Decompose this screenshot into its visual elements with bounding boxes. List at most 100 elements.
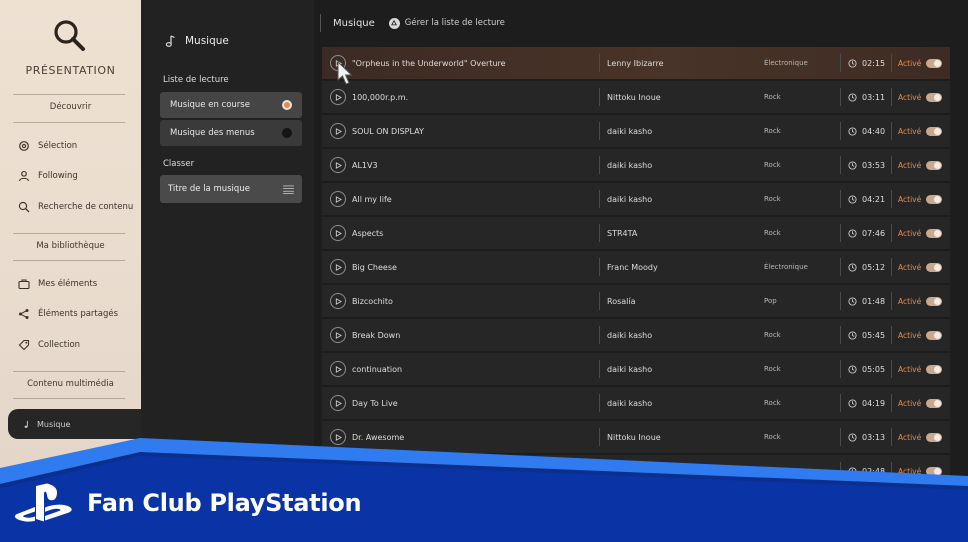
track-status: Activé bbox=[898, 126, 922, 136]
track-artist: daiki kasho bbox=[607, 364, 653, 374]
play-icon[interactable] bbox=[330, 293, 346, 309]
playlist-label: Liste de lecture bbox=[163, 75, 229, 85]
enable-toggle[interactable] bbox=[926, 228, 942, 238]
play-icon[interactable] bbox=[330, 157, 346, 173]
track-row[interactable]: Gonna Électronique 05:00 Activé bbox=[322, 489, 950, 521]
play-icon[interactable] bbox=[330, 531, 346, 542]
sidebar-item-collection[interactable]: Collection bbox=[18, 336, 80, 354]
track-row[interactable]: Break Down daiki kasho Rock 05:45 Activé bbox=[322, 319, 950, 351]
play-icon[interactable] bbox=[330, 123, 346, 139]
track-row[interactable]: "Orpheus in the Underworld" Overture Lenn… bbox=[322, 47, 950, 79]
pointer-cursor-icon bbox=[337, 60, 353, 85]
divider bbox=[840, 224, 841, 242]
track-row[interactable]: All my life daiki kasho Rock 04:21 Activé bbox=[322, 183, 950, 215]
track-artist: Lenny Ibizarre bbox=[607, 58, 664, 68]
enable-toggle[interactable] bbox=[926, 330, 942, 340]
play-icon[interactable] bbox=[330, 497, 346, 513]
track-title: All my life bbox=[352, 194, 392, 204]
track-artist: Rosalía bbox=[607, 296, 636, 306]
page-title: Musique bbox=[333, 17, 375, 29]
clock-icon bbox=[848, 432, 857, 442]
enable-toggle[interactable] bbox=[926, 160, 942, 170]
sidebar-item-my-items[interactable]: Mes éléments bbox=[18, 275, 97, 293]
sidebar-item-following[interactable]: Following bbox=[18, 167, 78, 185]
enable-toggle[interactable] bbox=[926, 398, 942, 408]
sidebar-item-label: Éléments partagés bbox=[38, 309, 119, 319]
enable-toggle[interactable] bbox=[926, 534, 942, 542]
sidebar-item-shared-items[interactable]: Éléments partagés bbox=[18, 305, 118, 323]
play-icon[interactable] bbox=[330, 395, 346, 411]
list-lines-icon bbox=[283, 184, 294, 194]
divider bbox=[840, 258, 841, 276]
sidebar-item-search-content[interactable]: Recherche de contenu bbox=[18, 198, 133, 216]
search-icon bbox=[18, 201, 30, 213]
section-heading-library: Ma bibliothèque bbox=[36, 241, 105, 251]
track-row[interactable]: Day To Live daiki kasho Rock 04:19 Activé bbox=[322, 387, 950, 419]
enable-toggle[interactable] bbox=[926, 466, 942, 476]
enable-toggle[interactable] bbox=[926, 58, 942, 68]
enable-toggle[interactable] bbox=[926, 92, 942, 102]
divider bbox=[320, 14, 321, 32]
track-duration: 02:15 bbox=[848, 59, 885, 68]
track-duration: 03:53 bbox=[848, 161, 885, 170]
track-artist: daiki kasho bbox=[607, 194, 653, 204]
play-icon[interactable] bbox=[330, 463, 346, 479]
track-row[interactable]: Aspects STR4TA Rock 07:46 Activé bbox=[322, 217, 950, 249]
enable-toggle[interactable] bbox=[926, 262, 942, 272]
track-row[interactable]: Dr. Awesome Nittoku Inoue Rock 03:13 Activé bbox=[322, 421, 950, 453]
play-icon[interactable] bbox=[330, 89, 346, 105]
playlist-option-menu[interactable]: Musique des menus bbox=[160, 120, 302, 146]
play-icon[interactable] bbox=[330, 225, 346, 241]
divider bbox=[891, 156, 892, 174]
divider bbox=[599, 326, 600, 344]
track-row[interactable]: Big Cheese Franc Moody Électronique 05:12 Ac… bbox=[322, 251, 950, 283]
enable-toggle[interactable] bbox=[926, 296, 942, 306]
track-title: SOUL ON DISPLAY bbox=[352, 126, 424, 136]
track-genre: Rock bbox=[764, 195, 781, 203]
track-row[interactable]: Bizcochito Rosalía Pop 01:48 Activé bbox=[322, 285, 950, 317]
track-genre: Électronique bbox=[764, 263, 808, 271]
manage-playlist-button[interactable]: Gérer la liste de lecture bbox=[388, 17, 505, 29]
play-icon[interactable] bbox=[330, 361, 346, 377]
track-row[interactable]: AL1V3 daiki kasho Rock 03:53 Activé bbox=[322, 149, 950, 181]
play-icon[interactable] bbox=[330, 259, 346, 275]
sidebar-item-selection[interactable]: Sélection bbox=[18, 137, 77, 155]
track-title: Break Down bbox=[352, 330, 401, 340]
track-row[interactable]: DRIFT Jawsh685 + Click & Press Pop 02:48 Act… bbox=[322, 455, 950, 487]
option-label: Musique des menus bbox=[170, 128, 255, 138]
divider bbox=[840, 360, 841, 378]
track-duration: 05:05 bbox=[848, 365, 885, 374]
track-row[interactable]: SOUL ON DISPLAY daiki kasho Rock 04:40 Activ… bbox=[322, 115, 950, 147]
enable-toggle[interactable] bbox=[926, 126, 942, 136]
track-genre: Rock bbox=[764, 161, 781, 169]
track-row[interactable]: continuation daiki kasho Rock 05:05 Activé bbox=[322, 353, 950, 385]
track-artist: daiki kasho bbox=[607, 160, 653, 170]
track-row[interactable]: 02:46 Activé bbox=[322, 523, 950, 542]
play-icon[interactable] bbox=[330, 191, 346, 207]
search-logo-icon bbox=[54, 20, 85, 51]
enable-toggle[interactable] bbox=[926, 194, 942, 204]
play-icon[interactable] bbox=[330, 429, 346, 445]
divider bbox=[891, 326, 892, 344]
divider bbox=[13, 398, 125, 399]
track-status: Activé bbox=[898, 262, 922, 272]
duration-text: 02:46 bbox=[862, 534, 886, 542]
sidebar-item-music[interactable]: Musique bbox=[8, 409, 141, 439]
enable-toggle[interactable] bbox=[926, 364, 942, 374]
divider bbox=[840, 122, 841, 140]
sidebar-item-label: Recherche de contenu bbox=[38, 202, 134, 212]
divider bbox=[891, 462, 892, 480]
divider bbox=[840, 190, 841, 208]
play-icon[interactable] bbox=[330, 327, 346, 343]
app-title: PRÉSENTATION bbox=[25, 64, 116, 77]
track-genre: Électronique bbox=[764, 501, 808, 509]
enable-toggle[interactable] bbox=[926, 500, 942, 510]
clock-icon bbox=[848, 194, 857, 204]
enable-toggle[interactable] bbox=[926, 432, 942, 442]
playlist-option-racing[interactable]: Musique en course bbox=[160, 92, 302, 118]
sort-select[interactable]: Titre de la musique bbox=[160, 175, 302, 203]
track-row[interactable]: 100,000r.p.m. Nittoku Inoue Rock 03:11 Activ… bbox=[322, 81, 950, 113]
track-title: 100,000r.p.m. bbox=[352, 92, 409, 102]
divider bbox=[891, 360, 892, 378]
duration-text: 05:12 bbox=[862, 262, 886, 272]
